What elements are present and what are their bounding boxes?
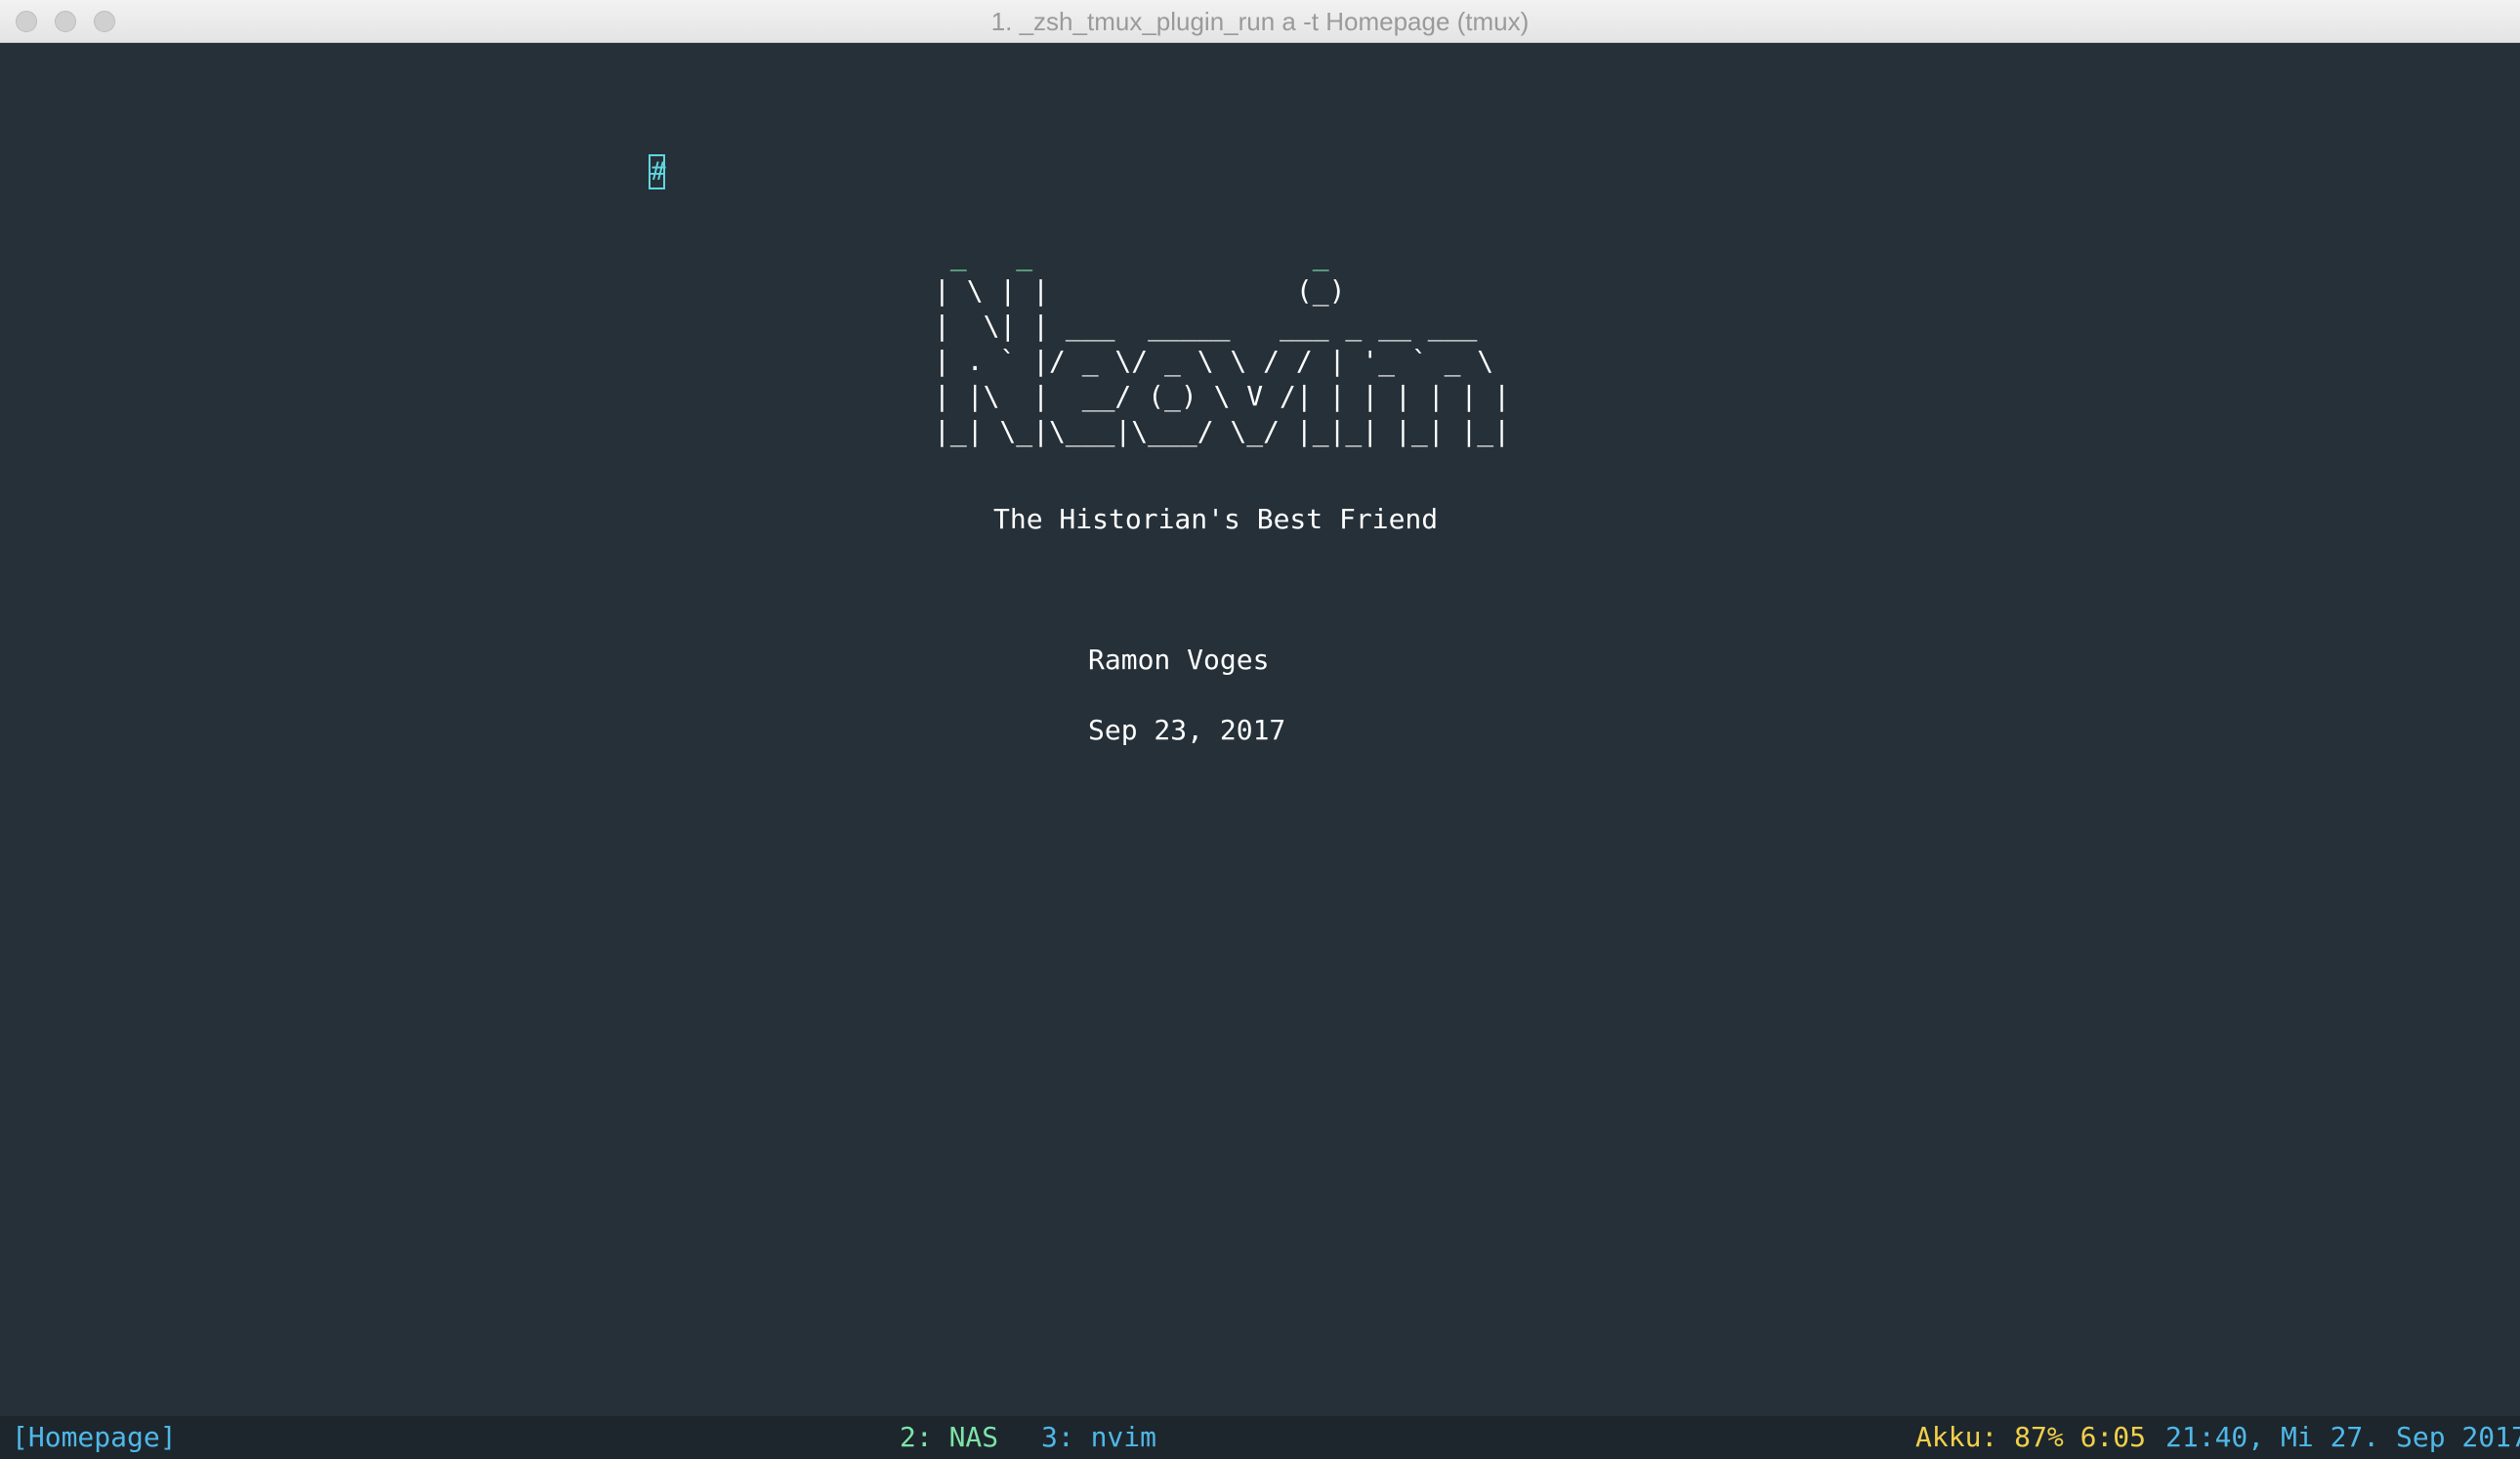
title-bar[interactable]: 1. _zsh_tmux_plugin_run a -t Homepage (t…: [0, 0, 2520, 43]
ascii-logo-line-6: |_| \_|\___|\___/ \_/ |_|_| |_| |_|: [934, 415, 1511, 447]
ascii-logo-line-3: | \| | ___ _____ ___ _ __ ___: [934, 310, 1478, 342]
ascii-logo-line-4: | . ` |/ _ \/ _ \ \ / / | '_ ` _ \: [934, 345, 1494, 377]
tmux-status-bar: [Homepage] 2: NAS 3: nvim Akku: 87% 6:05…: [0, 1416, 2520, 1459]
session-name[interactable]: [Homepage]: [12, 1416, 177, 1459]
tmux-window-nvim[interactable]: 3: nvim: [1041, 1416, 1156, 1459]
terminal-window: 1. _zsh_tmux_plugin_run a -t Homepage (t…: [0, 0, 2520, 1459]
ascii-logo-line-2: | \ | | (_): [934, 274, 1346, 307]
date-text: Sep 23, 2017: [1088, 714, 1286, 746]
neovim-ascii-logo: _ _ _ | \ | | (_) | \| | ___ _____ ___ _…: [934, 238, 1510, 449]
terminal-pane[interactable]: # _ _ _ | \ | | (_) | \| | ___ _____ ___…: [0, 43, 2520, 1416]
ascii-logo-line-5: | |\ | __/ (_) \ V /| | | | | | |: [934, 380, 1511, 412]
ascii-logo-line-1: _ _ _: [934, 239, 1329, 271]
battery-status: Akku: 87% 6:05: [1915, 1421, 2147, 1453]
text-cursor: #: [649, 154, 666, 189]
clock: 21:40, Mi 27. Sep 2017: [2165, 1421, 2520, 1453]
tmux-window-nas[interactable]: 2: NAS: [900, 1416, 998, 1459]
window-title: 1. _zsh_tmux_plugin_run a -t Homepage (t…: [990, 7, 1530, 36]
author-name: Ramon Voges: [1088, 644, 1270, 676]
subtitle: The Historian's Best Friend: [993, 503, 1439, 535]
